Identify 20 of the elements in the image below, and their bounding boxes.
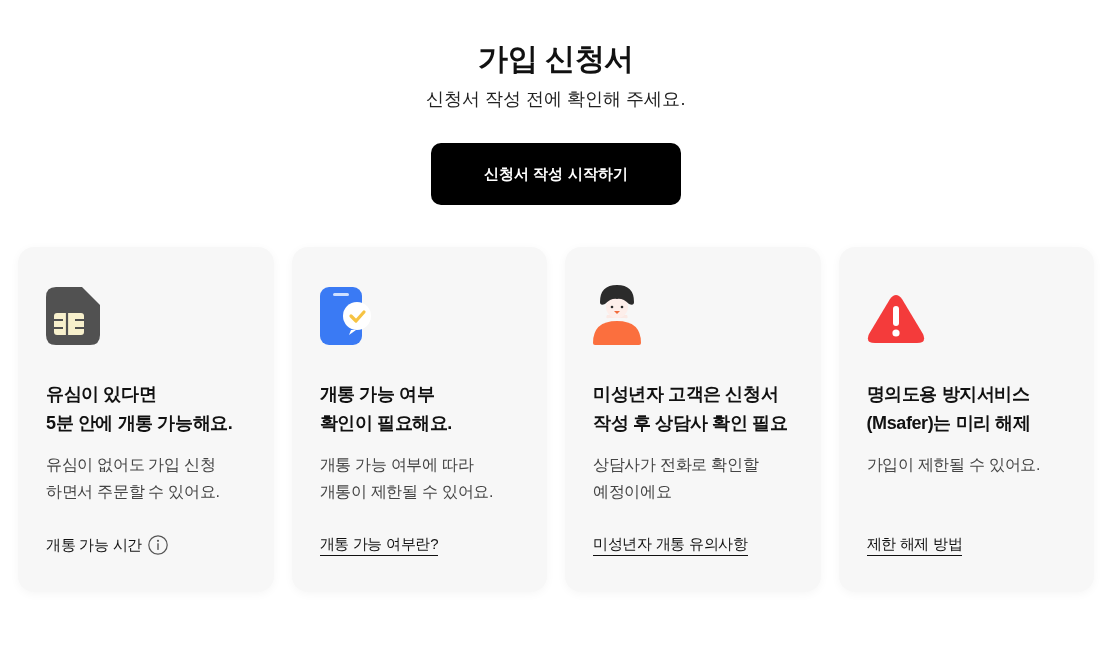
card-link[interactable]: 제한 해제 방법 bbox=[866, 533, 963, 556]
phone-check-icon bbox=[319, 287, 372, 345]
info-icon[interactable] bbox=[147, 535, 168, 555]
card-link[interactable]: 미성년자 개통 유의사항 bbox=[593, 533, 748, 556]
card-heading: 개통 가능 여부 확인이 필요해요. bbox=[319, 383, 453, 435]
card-link[interactable]: 개통 가능 여부란? bbox=[319, 533, 439, 556]
card-description: 가입이 제한될 수 있어요. bbox=[866, 455, 1042, 475]
card-description: 개통 가능 여부에 따라 개통이 제한될 수 있어요. bbox=[319, 455, 495, 502]
card-description: 상담사가 전화로 확인할 예정이에요 bbox=[593, 455, 760, 502]
person-icon bbox=[593, 285, 641, 345]
activation-hours-label: 개통 가능 시간 bbox=[46, 535, 142, 555]
card-description: 유심이 없어도 가입 신청 하면서 주문할 수 있어요. bbox=[46, 455, 221, 502]
warning-icon bbox=[866, 295, 925, 345]
start-application-button[interactable]: 신청서 작성 시작하기 bbox=[431, 143, 681, 205]
card-heading: 미성년자 고객은 신청서 작성 후 상담사 확인 필요 bbox=[593, 383, 789, 435]
page-subtitle: 신청서 작성 전에 확인해 주세요. bbox=[426, 88, 686, 111]
page-title: 가입 신청서 bbox=[478, 41, 634, 77]
card-heading: 유심이 있다면 5분 안에 개통 가능해요. bbox=[46, 383, 234, 435]
card-heading: 명의도용 방지서비스 (Msafer)는 미리 해제 bbox=[866, 383, 1032, 435]
sim-card-icon bbox=[46, 287, 100, 345]
